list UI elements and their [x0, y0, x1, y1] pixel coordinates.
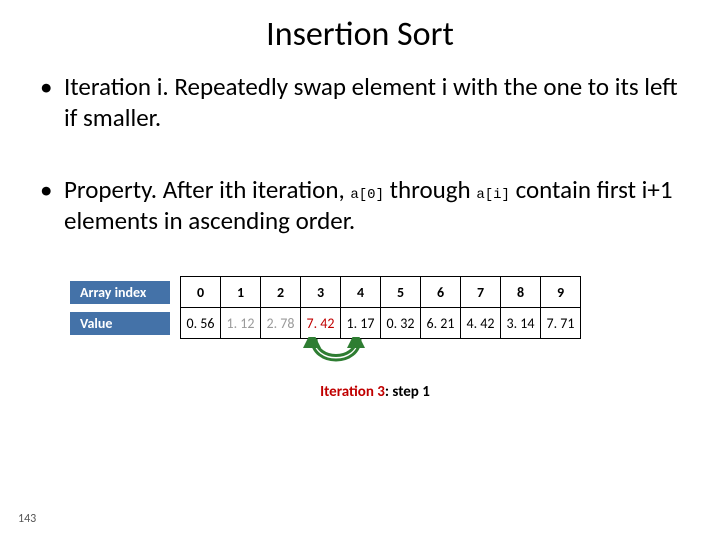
- val-8: 3. 14: [501, 308, 541, 339]
- val-6: 6. 21: [421, 308, 461, 339]
- index-row-label-cell: Array index: [70, 277, 181, 308]
- iteration-caption: Iteration 3: step 1: [70, 383, 680, 401]
- idx-1: 1: [221, 277, 261, 308]
- index-row-label: Array index: [70, 281, 170, 304]
- bullet-list: Iteration i. Repeatedly swap element i w…: [40, 71, 680, 236]
- val-5: 0. 32: [381, 308, 421, 339]
- bullet-1: Iteration i. Repeatedly swap element i w…: [40, 71, 680, 134]
- value-row-label: Value: [70, 312, 170, 335]
- val-4: 1. 17: [341, 308, 381, 339]
- array-table-wrap: Array index 0 1 2 3 4 5 6 7 8 9 Value 0.…: [70, 276, 680, 401]
- idx-8: 8: [501, 277, 541, 308]
- index-row: Array index 0 1 2 3 4 5 6 7 8 9: [70, 277, 581, 308]
- array-table: Array index 0 1 2 3 4 5 6 7 8 9 Value 0.…: [70, 276, 581, 339]
- bullet-2-mid: through: [384, 174, 476, 205]
- value-row: Value 0. 56 1. 12 2. 78 7. 42 1. 17 0. 3…: [70, 308, 581, 339]
- idx-7: 7: [461, 277, 501, 308]
- bullet-2: Property. After ith iteration, a[0] thro…: [40, 174, 680, 237]
- idx-0: 0: [181, 277, 221, 308]
- code-ai: a[i]: [476, 187, 510, 203]
- val-1: 1. 12: [221, 308, 261, 339]
- idx-4: 4: [341, 277, 381, 308]
- val-9: 7. 71: [541, 308, 581, 339]
- value-row-label-cell: Value: [70, 308, 181, 339]
- idx-2: 2: [261, 277, 301, 308]
- page-title: Insertion Sort: [40, 14, 680, 55]
- caption-step-num: 1: [422, 383, 430, 401]
- code-a0: a[0]: [350, 187, 384, 203]
- page-number: 143: [18, 512, 36, 526]
- caption-iter-label: Iteration: [320, 383, 377, 401]
- caption-iter-num: 3: [377, 383, 385, 401]
- bullet-1-text: Iteration i. Repeatedly swap element i w…: [64, 71, 678, 133]
- idx-9: 9: [541, 277, 581, 308]
- caption-step-label: step: [392, 383, 422, 401]
- idx-5: 5: [381, 277, 421, 308]
- val-0: 0. 56: [181, 308, 221, 339]
- idx-6: 6: [421, 277, 461, 308]
- swap-arrows-icon: [298, 337, 378, 377]
- val-7: 4. 42: [461, 308, 501, 339]
- bullet-2-pre: Property. After ith iteration,: [64, 174, 350, 205]
- val-3: 7. 42: [301, 308, 341, 339]
- val-2: 2. 78: [261, 308, 301, 339]
- idx-3: 3: [301, 277, 341, 308]
